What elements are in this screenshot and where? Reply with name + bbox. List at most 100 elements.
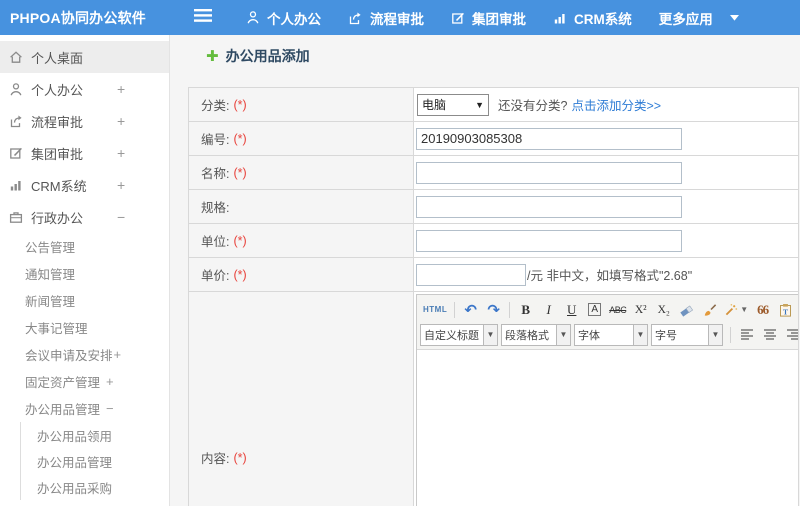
toolbar-separator — [509, 301, 511, 318]
sidebar-item-announcement-mgmt[interactable]: 公告管理 — [0, 233, 169, 260]
required-marker: (*) — [233, 233, 247, 248]
sidebar-item-fixed-assets-mgmt[interactable]: 固定资产管理 + — [0, 368, 169, 395]
undo-icon[interactable]: ↶ — [460, 300, 481, 320]
add-category-link[interactable]: 点击添加分类>> — [571, 95, 661, 114]
topnav-item-crm-system[interactable]: CRM系统 — [553, 8, 632, 28]
align-center-icon[interactable] — [759, 325, 780, 345]
spec-input[interactable] — [416, 195, 682, 218]
expander-icon[interactable]: + — [117, 81, 125, 97]
expander-icon[interactable]: + — [106, 374, 114, 389]
subscript-icon[interactable]: X₂ — [653, 300, 674, 320]
name-input[interactable] — [416, 161, 682, 184]
source-label: HTML — [423, 305, 448, 314]
form-row-content: 内容: (*) HTML↶↷BIUAABCX²X₂▼66TA▼ab▼ 自定义标题… — [189, 292, 798, 506]
chevron-down-icon[interactable]: ▼ — [556, 324, 570, 345]
page-title-text: 办公用品添加 — [225, 48, 310, 64]
topnav-item-group-approval[interactable]: 集团审批 — [451, 8, 526, 28]
unit-input[interactable] — [416, 229, 682, 252]
label-text: 规格: — [201, 201, 230, 215]
sidebar-item-label: 行政办公 — [31, 210, 84, 226]
topnav-item-personal-office[interactable]: 个人办公 — [246, 8, 321, 28]
sidebar-item-label: 个人桌面 — [31, 50, 84, 66]
sidebar-item-notice-mgmt[interactable]: 通知管理 — [0, 260, 169, 287]
chevron-down-icon[interactable]: ▼ — [483, 324, 497, 345]
app-logo: PHPOA协同办公软件 — [10, 9, 146, 26]
content-label: 内容: (*) — [189, 292, 414, 506]
expander-icon[interactable]: − — [117, 209, 125, 225]
topbar: PHPOA协同办公软件 个人办公 流程审批 集团审批 CRM系统 更多应用 — [0, 0, 800, 35]
paste-text-icon[interactable]: T — [775, 300, 796, 320]
expander-icon[interactable]: + — [117, 113, 125, 129]
sidebar-item-label: 公告管理 — [25, 241, 76, 255]
expander-icon[interactable]: + — [117, 145, 125, 161]
label-text: 单价: — [201, 269, 230, 283]
sidebar-item-label: 固定资产管理 — [25, 376, 101, 390]
blockquote-icon[interactable]: 66 — [752, 300, 773, 320]
required-marker: (*) — [233, 450, 247, 465]
code-input[interactable] — [416, 127, 682, 150]
sidebar-sub-group: 办公用品领用 办公用品管理 办公用品采购 — [20, 422, 169, 500]
supplies-add-form: 分类: (*) 电脑 ▼ 还没有分类? 点击添加分类>> 编号: (*) 201… — [188, 87, 799, 506]
select-caret-icon: ▼ — [475, 99, 484, 110]
paragraph-combo[interactable]: 段落格式 ▼ — [501, 323, 571, 346]
sidebar-item-meeting-request[interactable]: 会议申请及安排 + — [0, 341, 169, 368]
sidebar-item-label: 办公用品管理 — [37, 455, 113, 470]
label-text: 单位: — [201, 235, 230, 249]
align-right-icon[interactable] — [782, 325, 798, 345]
expander-icon[interactable]: − — [106, 401, 114, 416]
expander-icon[interactable]: + — [114, 347, 122, 362]
label-text: 内容: — [201, 452, 230, 466]
remove-format-icon[interactable]: A — [584, 300, 605, 320]
sidebar-item-group-approval[interactable]: 集团审批 + — [0, 137, 169, 169]
sidebar-item-office-supplies-mgmt[interactable]: 办公用品管理 − — [0, 395, 169, 422]
font-family-combo[interactable]: 字体 ▼ — [574, 323, 648, 346]
chevron-down-icon[interactable]: ▼ — [633, 324, 647, 345]
editor-content-area[interactable] — [417, 350, 798, 506]
sidebar-item-news-mgmt[interactable]: 新闻管理 — [0, 287, 169, 314]
add-plus-icon: ✚ — [206, 47, 219, 65]
sidebar-item-supplies-requisition[interactable]: 办公用品领用 — [21, 422, 169, 448]
form-row-code: 编号: (*) — [189, 122, 798, 156]
strikethrough-icon[interactable]: ABC — [607, 300, 628, 320]
label-text: 名称: — [201, 167, 230, 181]
expander-icon[interactable]: + — [117, 177, 125, 193]
sidebar-item-personal-office[interactable]: 个人办公 + — [0, 73, 169, 105]
combo-value: 自定义标题 — [424, 329, 479, 342]
topnav-item-more-apps[interactable]: 更多应用 — [659, 8, 739, 28]
underline-icon[interactable]: U — [561, 300, 582, 320]
category-select[interactable]: 电脑 ▼ — [417, 93, 489, 116]
topnav-item-process-approval[interactable]: 流程审批 — [348, 8, 424, 28]
top-navigation: 个人办公 流程审批 集团审批 CRM系统 更多应用 — [246, 8, 766, 28]
sidebar-item-supplies-purchase[interactable]: 办公用品采购 — [21, 474, 169, 500]
chevron-down-icon[interactable]: ▼ — [708, 324, 722, 345]
name-label: 名称: (*) — [189, 156, 414, 189]
sidebar-item-crm-system[interactable]: CRM系统 + — [0, 169, 169, 201]
heading-combo[interactable]: 自定义标题 ▼ — [420, 323, 498, 346]
sidebar-item-label: 办公用品领用 — [37, 429, 113, 444]
chart-icon — [553, 11, 567, 25]
sidebar-item-personal-desktop[interactable]: 个人桌面 — [0, 41, 169, 73]
menu-toggle-button[interactable] — [194, 8, 212, 27]
sidebar-item-process-approval[interactable]: 流程审批 + — [0, 105, 169, 137]
sidebar-item-admin-office[interactable]: 行政办公 − — [0, 201, 169, 233]
user-icon — [246, 10, 260, 25]
sidebar-item-events-mgmt[interactable]: 大事记管理 — [0, 314, 169, 341]
bold-icon[interactable]: B — [515, 300, 536, 320]
combo-value: 字体 — [578, 329, 600, 342]
topnav-label: 个人办公 — [267, 11, 321, 27]
sidebar-item-supplies-management[interactable]: 办公用品管理 — [21, 448, 169, 474]
form-row-unit: 单位: (*) — [189, 224, 798, 258]
price-input[interactable] — [416, 263, 526, 286]
editor-toolbar: HTML↶↷BIUAABCX²X₂▼66TA▼ab▼ 自定义标题▼段落格式▼字体… — [417, 295, 798, 350]
superscript-icon[interactable]: X² — [630, 300, 651, 320]
sidebar-item-label: 办公用品采购 — [37, 481, 113, 496]
format-brush-icon[interactable] — [699, 300, 720, 320]
price-label: 单价: (*) — [189, 258, 414, 291]
font-size-combo[interactable]: 字号 ▼ — [651, 323, 723, 346]
eraser-icon[interactable] — [676, 300, 697, 320]
redo-icon[interactable]: ↷ — [483, 300, 504, 320]
auto-typeset-icon[interactable]: ▼ — [722, 300, 750, 320]
align-left-icon[interactable] — [736, 325, 757, 345]
source-button[interactable]: HTML — [421, 300, 449, 320]
italic-icon[interactable]: I — [538, 300, 559, 320]
